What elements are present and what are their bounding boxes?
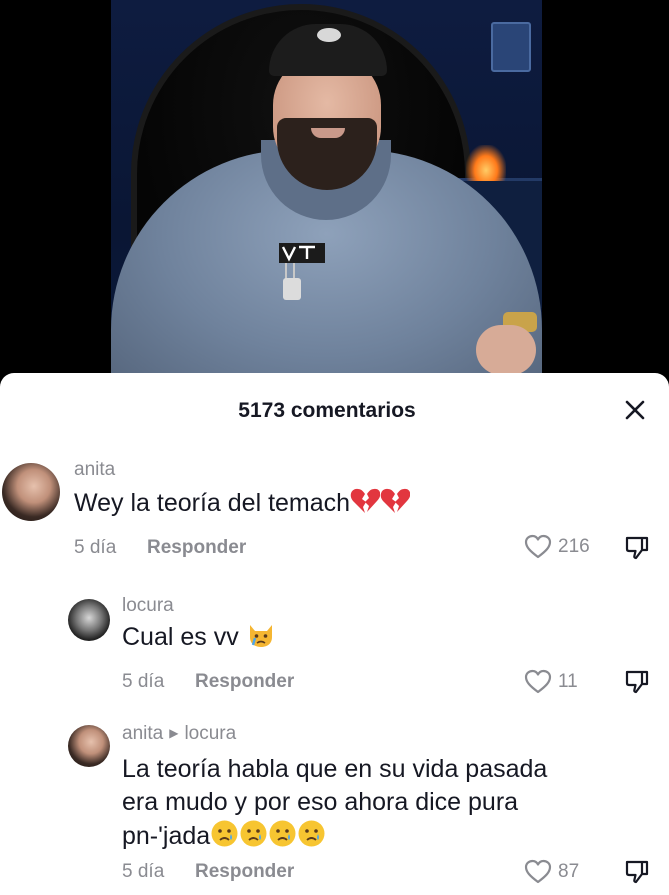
- person-mouth: [311, 128, 345, 138]
- crying-face-icon: [297, 819, 326, 857]
- reply-to-username[interactable]: locura: [184, 723, 236, 744]
- heart-icon: [524, 534, 552, 559]
- heart-icon: [524, 669, 552, 694]
- video-player[interactable]: [0, 0, 669, 378]
- necklace-pendant: [283, 278, 301, 300]
- comment-username[interactable]: locura: [122, 595, 174, 617]
- comment-username-row: anita ▶ locura: [122, 723, 236, 745]
- broken-heart-icon: [350, 487, 381, 524]
- like-button[interactable]: 11: [524, 669, 578, 695]
- avatar[interactable]: [68, 599, 110, 641]
- heart-icon: [524, 859, 552, 884]
- comment-text: Wey la teoría del temach: [74, 489, 351, 517]
- comment-text-line: pn-'jada: [122, 822, 211, 850]
- like-button[interactable]: 87: [524, 859, 579, 885]
- person-hand: [476, 325, 536, 375]
- comment-username[interactable]: anita: [74, 459, 115, 481]
- crying-face-icon: [239, 819, 268, 857]
- comment-body: La teoría habla que en su vida pasada er…: [122, 753, 547, 857]
- comment-item: anita Wey la teoría del temach 5 día Res…: [0, 459, 669, 583]
- comment-age: 5 día: [122, 671, 165, 692]
- video-frame: [111, 0, 542, 378]
- reply-button[interactable]: Responder: [195, 861, 294, 883]
- broken-heart-icon: [380, 487, 411, 524]
- close-icon: [625, 400, 645, 420]
- close-button[interactable]: [620, 395, 650, 425]
- comment-age: 5 día: [122, 861, 165, 882]
- like-button[interactable]: 216: [524, 534, 590, 560]
- comment-text-line: era mudo y por eso ahora dice pura: [122, 788, 519, 816]
- like-count: 11: [558, 671, 578, 692]
- like-count: 87: [558, 861, 580, 882]
- reply-button[interactable]: Responder: [147, 537, 246, 559]
- comments-header: 5173 comentarios: [0, 395, 669, 425]
- reply-comment-item: anita ▶ locura La teoría habla que en su v…: [0, 723, 669, 895]
- comment-text-line-last: pn-'jada: [122, 819, 547, 857]
- crying-face-icon: [210, 819, 239, 857]
- dislike-button[interactable]: [624, 535, 650, 561]
- reply-comment-item: locura Cual es vv 5 día Responder 11: [0, 595, 669, 719]
- hoodie-logo: [279, 243, 325, 263]
- comment-body: Cual es vv: [122, 621, 276, 658]
- thumbs-down-icon: [625, 860, 649, 884]
- reply-button[interactable]: Responder: [195, 671, 294, 693]
- avatar[interactable]: [2, 463, 60, 521]
- cap-logo: [317, 28, 341, 42]
- comment-count: 5173 comentarios: [238, 399, 416, 422]
- comment-text: Cual es vv: [122, 623, 239, 651]
- crying-cat-icon: [246, 621, 276, 658]
- wall-plaque: [491, 22, 531, 72]
- reply-arrow-icon: ▶: [169, 726, 179, 740]
- avatar[interactable]: [68, 725, 110, 767]
- comment-text-line: La teoría habla que en su vida pasada: [122, 755, 548, 783]
- comments-sheet: 5173 comentarios anita Wey la teoría del…: [0, 373, 669, 895]
- comment-body: Wey la teoría del temach: [74, 487, 411, 524]
- thumbs-down-icon: [625, 670, 649, 694]
- comment-username[interactable]: anita: [122, 723, 163, 744]
- dislike-button[interactable]: [624, 859, 650, 885]
- like-count: 216: [558, 536, 590, 557]
- thumbs-down-icon: [625, 536, 649, 560]
- crying-face-icon: [268, 819, 297, 857]
- fireplace-flame: [466, 145, 506, 181]
- comment-age: 5 día: [74, 537, 117, 558]
- dislike-button[interactable]: [624, 669, 650, 695]
